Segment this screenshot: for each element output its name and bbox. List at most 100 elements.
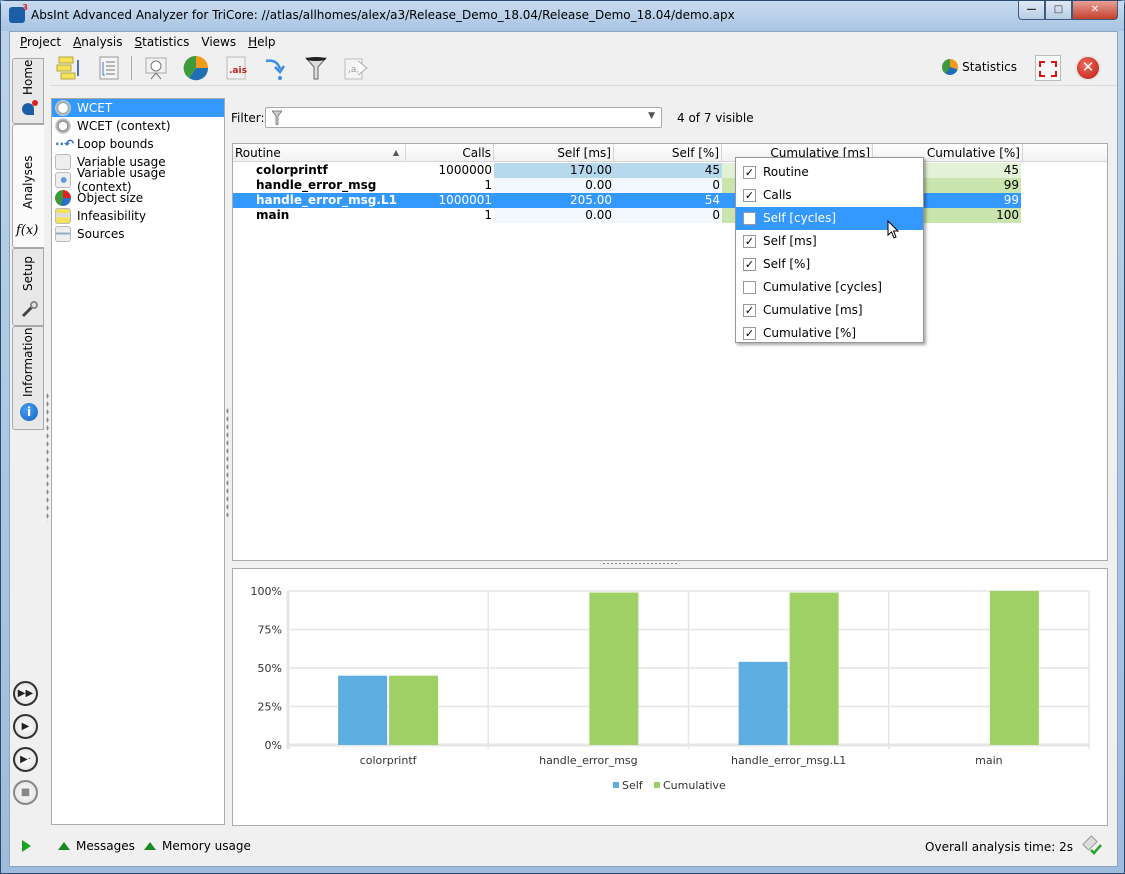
tab-label: Setup [21,256,35,291]
stopwatch-context-icon [55,118,71,134]
triangle-up-icon [58,842,70,850]
chevron-down-icon[interactable]: ▼ [648,111,655,121]
filter-input[interactable] [286,109,636,126]
column-header-self-pct[interactable]: Self [%] [614,144,722,162]
svg-text:,a,: ,a, [348,65,359,75]
menu-project[interactable]: Project [16,32,65,52]
report-list-icon[interactable] [96,55,122,81]
messages-toggle[interactable]: Messages [58,839,135,853]
object-size-pie-icon [55,190,71,206]
y-tick-label: 25% [258,701,282,714]
legend-label-self: Self [622,779,644,792]
statistics-button[interactable]: Statistics [942,59,1017,75]
run-step-button[interactable]: ▶· [13,747,38,772]
ais-file-icon[interactable]: .ais [223,55,249,81]
cell-self-ms: 170.00 [494,163,614,178]
bar-cumulative-handle-error-msg [589,592,639,745]
maximize-view-icon[interactable] [1035,55,1061,81]
filter-combobox[interactable]: ▼ [265,107,662,128]
checkbox-checked-icon[interactable]: ✓ [743,258,756,271]
infeasibility-icon [55,208,71,224]
nav-item-infeasibility[interactable]: Infeasibility [52,207,224,225]
column-header-calls[interactable]: Calls [406,144,494,162]
nav-item-wcet-context[interactable]: WCET (context) [52,117,224,135]
routine-table: Routine ▲ Calls Self [ms] Self [%] Cumul… [232,143,1108,561]
table-chart-splitter-handle[interactable] [602,562,678,565]
tab-information[interactable]: Information i [12,326,44,430]
maximize-button[interactable]: □ [1045,1,1072,20]
a3-app-icon [9,3,28,23]
status-play-icon[interactable] [22,840,31,852]
run-button[interactable]: ▶ [13,714,38,739]
menu-label: Views [201,35,237,49]
cell-self-pct: 54 [614,193,722,208]
menu-item-label: Self [%] [763,257,811,271]
y-tick-label: 100% [251,585,282,598]
column-header-routine[interactable]: Routine ▲ [233,144,406,162]
legend-label-cumulative: Cumulative [663,779,726,792]
nav-item-label: Variable usage (context) [77,166,166,194]
checkbox-checked-icon[interactable]: ✓ [743,235,756,248]
menu-help[interactable]: Help [244,32,279,52]
nav-splitter-handle[interactable] [226,407,229,517]
side-splitter-handle[interactable] [46,392,49,522]
tab-home[interactable]: Home [12,58,44,124]
cell-routine: main [256,208,290,222]
cell-self-pct: 0 [614,208,722,223]
menu-views[interactable]: Views [197,32,240,52]
toolbar-separator [131,56,132,80]
menu-analysis[interactable]: Analysis [69,32,126,52]
nav-item-label: WCET (context) [77,119,171,133]
visible-count: 4 of 7 visible [677,111,754,125]
nav-item-variable-usage-context[interactable]: Variable usage (context) [52,166,224,194]
memory-usage-toggle[interactable]: Memory usage [144,839,251,853]
checkbox-unchecked-icon[interactable] [743,212,756,225]
annotation-export-icon[interactable]: ,a, [343,55,369,81]
menu-label: roject [27,35,62,49]
checkbox-checked-icon[interactable]: ✓ [743,166,756,179]
tab-setup[interactable]: Setup [12,248,44,326]
nav-item-label: Infeasibility [77,209,147,223]
menu-item-label: Self [ms] [763,234,817,248]
bar-cumulative-colorprintf [389,675,439,745]
minimize-button[interactable]: — [1018,1,1045,20]
cell-routine: colorprintf [256,163,328,177]
close-window-button[interactable]: ✕ [1072,1,1118,20]
cell-self-ms: 205.00 [494,193,614,208]
menu-item-calls[interactable]: ✓ Calls [736,184,923,207]
column-visibility-menu: ✓ Routine ✓ Calls Self [cycles] ✓ Self [ms] ✓ Se… [735,157,924,343]
filter-label: Filter: [231,111,265,125]
column-header-self-ms[interactable]: Self [ms] [494,144,614,162]
tab-analyses[interactable]: Analyses f(x) [12,124,44,248]
filter-funnel-icon[interactable] [303,55,329,81]
menu-item-cumulative-ms[interactable]: ✓ Cumulative [ms] [736,299,923,322]
legend-swatch-self [613,782,619,788]
menu-statistics[interactable]: Statistics [131,32,194,52]
run-all-button[interactable]: ▶▶ [13,681,38,706]
nav-item-sources[interactable]: Sources [52,225,224,243]
nav-item-loop-bounds[interactable]: ··↶ Loop bounds [52,135,224,153]
step-into-arrow-icon[interactable] [263,55,289,81]
column-label: Routine [235,146,281,160]
menu-item-cumulative-cycles[interactable]: Cumulative [cycles] [736,276,923,299]
pie-chart-icon[interactable] [183,55,209,81]
close-view-icon[interactable]: ✕ [1075,55,1101,81]
y-tick-label: 0% [265,739,282,752]
menu-item-cumulative[interactable]: ✓ Cumulative [%] [736,322,923,345]
menu-item-label: Self [cycles] [763,211,837,225]
wcet-stopwatch-icon[interactable] [143,55,169,81]
title-bar[interactable]: AbsInt Advanced Analyzer for TriCore: //… [1,1,1124,31]
menu-item-label: Routine [763,165,809,179]
checkbox-checked-icon[interactable]: ✓ [743,189,756,202]
cell-calls: 1000001 [406,193,494,208]
stop-button[interactable]: ■ [13,780,38,805]
checkbox-checked-icon[interactable]: ✓ [743,304,756,317]
tab-label: Information [21,327,35,397]
menu-item-routine[interactable]: ✓ Routine [736,161,923,184]
call-graph-icon[interactable] [56,55,82,81]
checkbox-checked-icon[interactable]: ✓ [743,327,756,340]
menu-item-self[interactable]: ✓ Self [%] [736,253,923,276]
checkbox-unchecked-icon[interactable] [743,281,756,294]
nav-item-wcet[interactable]: WCET [52,99,224,117]
menu-label: tatistics [142,35,190,49]
